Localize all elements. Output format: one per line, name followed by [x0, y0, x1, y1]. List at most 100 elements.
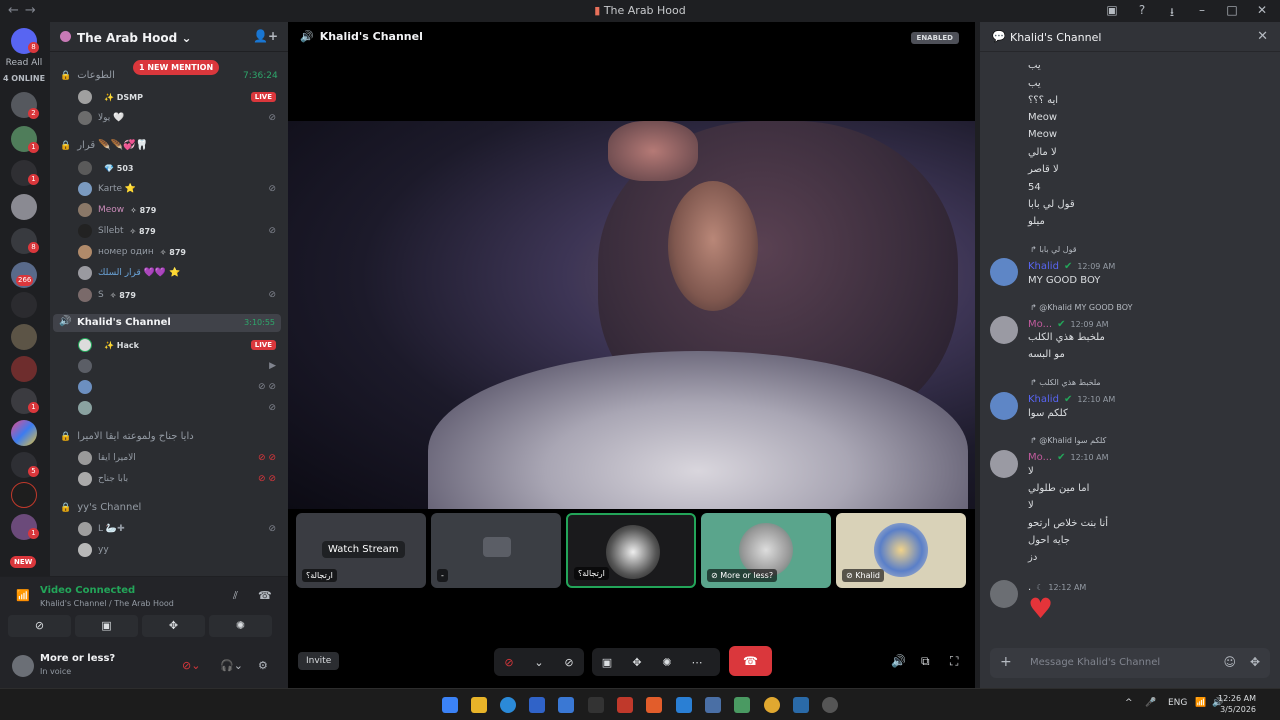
camera-off-icon[interactable]: ⊘ [554, 656, 584, 669]
avatar[interactable] [990, 258, 1018, 286]
close-icon[interactable]: ✕ [1254, 3, 1270, 24]
outlook-icon[interactable] [558, 697, 574, 713]
vscode-icon[interactable] [676, 697, 692, 713]
voice-user[interactable]: ▶ [78, 357, 288, 375]
voice-user[interactable]: 💎 503 [78, 159, 288, 177]
activities-icon[interactable]: ✥ [622, 656, 652, 669]
watch-stream-button[interactable]: Watch Stream [322, 541, 405, 558]
voice-user[interactable]: ⊘ ⊘ [78, 378, 288, 396]
channel-category[interactable]: 🔒 yy's Channel [60, 502, 141, 513]
reply-reference[interactable]: ↱ @Khalid كلكم سوا [1030, 436, 1106, 445]
noise-suppression-icon[interactable]: ⫽ [233, 589, 238, 603]
new-unreads-pill[interactable]: NEW [10, 556, 37, 568]
avatar[interactable] [990, 316, 1018, 344]
disconnect-button[interactable]: ☎ [729, 646, 772, 676]
username[interactable]: More or less? [40, 653, 115, 664]
channel-category[interactable]: 🔒 دايا جناح ولموعته ايقا الاميرا [60, 431, 194, 442]
reply-reference[interactable]: ↱ @Khalid MY GOOD BOY [1030, 303, 1132, 312]
server-icon[interactable] [11, 194, 37, 220]
screen-share-button[interactable]: ▣ [75, 615, 138, 637]
voice-user[interactable]: номер один ✧ 879 [78, 243, 288, 261]
close-icon[interactable]: ✕ [1257, 29, 1268, 44]
edge-icon[interactable] [500, 697, 516, 713]
message-input[interactable]: + Message Khalid's Channel ☺ ✥ [990, 648, 1270, 678]
voice-user[interactable]: Meow ✧ 879 [78, 201, 288, 219]
voice-status[interactable]: Video Connected [40, 585, 135, 596]
channel-category[interactable]: 🔒 قرار 🪶🪶💞🦷 [60, 140, 148, 151]
participant-tile[interactable]: ارتجالة؟ [566, 513, 696, 588]
voice-user[interactable]: يولا 🤍 ⊘ [78, 109, 288, 127]
server-icon[interactable] [11, 420, 37, 446]
screen-share-icon[interactable]: ▣ [592, 656, 622, 669]
mic-muted-icon[interactable]: ⊘⌄ [182, 659, 200, 672]
focused-video-stream[interactable] [288, 121, 975, 509]
avatar[interactable] [12, 655, 34, 677]
server-icon[interactable] [11, 324, 37, 350]
volume-icon[interactable]: 🔊 [891, 654, 906, 668]
chevron-up-icon[interactable]: ^ [1125, 698, 1133, 708]
wifi-icon[interactable]: 📶 [1195, 698, 1206, 708]
server-icon[interactable] [11, 482, 37, 508]
avatar[interactable] [990, 392, 1018, 420]
channel-category[interactable]: 🔒 الطوعات 7:36:24 [60, 70, 278, 81]
voice-user[interactable]: الاميرا ايقا ⊘ ⊘ [78, 449, 288, 467]
activities-button[interactable]: ✥ [142, 615, 205, 637]
notepad-icon[interactable] [734, 697, 750, 713]
server-header[interactable]: The Arab Hood ⌄ 👤+ [50, 22, 288, 52]
voice-user[interactable]: L 🦢✚ ⊘ [78, 520, 288, 538]
avatar[interactable] [990, 580, 1018, 608]
avatar[interactable] [990, 450, 1018, 478]
help-icon[interactable]: ? [1134, 3, 1150, 24]
participant-tile[interactable]: ⊘ Khalid [836, 513, 966, 588]
brave-icon[interactable] [646, 697, 662, 713]
voice-user[interactable]: Sllebt ✧ 879 ⊘ [78, 222, 288, 240]
participant-tile[interactable]: ⊘ More or less? [701, 513, 831, 588]
system-clock[interactable]: 12:26 AM 3/5/2026 [1218, 693, 1256, 715]
pop-out-icon[interactable]: ⧉ [921, 654, 930, 669]
voice-user[interactable]: S ✧ 879 ⊘ [78, 286, 288, 304]
reply-reference[interactable]: ↱ ملخبط هذي الكلب [1030, 378, 1101, 387]
netflix-icon[interactable] [617, 697, 633, 713]
emoji-icon[interactable]: ☺ [1223, 655, 1236, 669]
more-icon[interactable]: ⋯ [682, 656, 712, 669]
add-user-icon[interactable]: 👤+ [253, 29, 278, 43]
terminal-icon[interactable] [588, 697, 604, 713]
read-all-button[interactable]: Read All [0, 58, 48, 68]
mic-icon[interactable]: 🎤 [1145, 698, 1156, 708]
voice-user[interactable]: قرار السلك 💜💜 ⭐ [78, 264, 288, 282]
voice-channel-khalid[interactable]: 🔊 Khalid's Channel 3:10:55 [53, 314, 281, 332]
voice-user[interactable]: yy [78, 541, 288, 559]
participant-tile[interactable]: - [431, 513, 561, 588]
voice-user[interactable]: ✨ DSMP LIVE [78, 88, 288, 106]
github-icon[interactable] [822, 697, 838, 713]
inbox-icon[interactable]: ▣ [1104, 3, 1120, 24]
mic-muted-icon[interactable]: ⊘ [494, 656, 524, 669]
soundboard-button[interactable]: ✺ [209, 615, 272, 637]
plus-icon[interactable]: + [1000, 654, 1012, 670]
fullscreen-icon[interactable]: ⛶ [950, 654, 958, 669]
language-indicator[interactable]: ENG [1168, 698, 1187, 708]
participant-tile[interactable]: Watch Stream ارتجالة؟ [296, 513, 426, 588]
signal-icon[interactable]: 📶 [16, 589, 30, 602]
start-icon[interactable] [442, 697, 458, 713]
store-icon[interactable] [529, 697, 545, 713]
minimize-icon[interactable]: – [1194, 3, 1210, 24]
server-icon[interactable] [11, 292, 37, 318]
download-icon[interactable]: ⭳ [1164, 3, 1180, 24]
server-icon[interactable] [11, 356, 37, 382]
reply-reference[interactable]: ↱ قول لي بابا [1030, 245, 1077, 254]
app-icon[interactable] [793, 697, 809, 713]
voice-user[interactable]: ✨ Hack LIVE [78, 336, 288, 354]
camera-off-button[interactable]: ⊘ [8, 615, 71, 637]
voice-user[interactable]: ⊘ [78, 399, 288, 417]
new-mention-pill[interactable]: 1 NEW MENTION [133, 60, 220, 75]
maximize-icon[interactable]: □ [1224, 3, 1240, 24]
disconnect-icon[interactable]: ☎ [258, 589, 272, 602]
apps-icon[interactable]: ✥ [1250, 655, 1260, 669]
soundboard-icon[interactable]: ✺ [652, 656, 682, 669]
app-icon[interactable] [764, 697, 780, 713]
voice-user[interactable]: Karte ⭐ ⊘ [78, 180, 288, 198]
invite-button[interactable]: Invite [298, 652, 340, 670]
voice-user[interactable]: بابا جناح ⊘ ⊘ [78, 470, 288, 488]
app-icon[interactable] [705, 697, 721, 713]
